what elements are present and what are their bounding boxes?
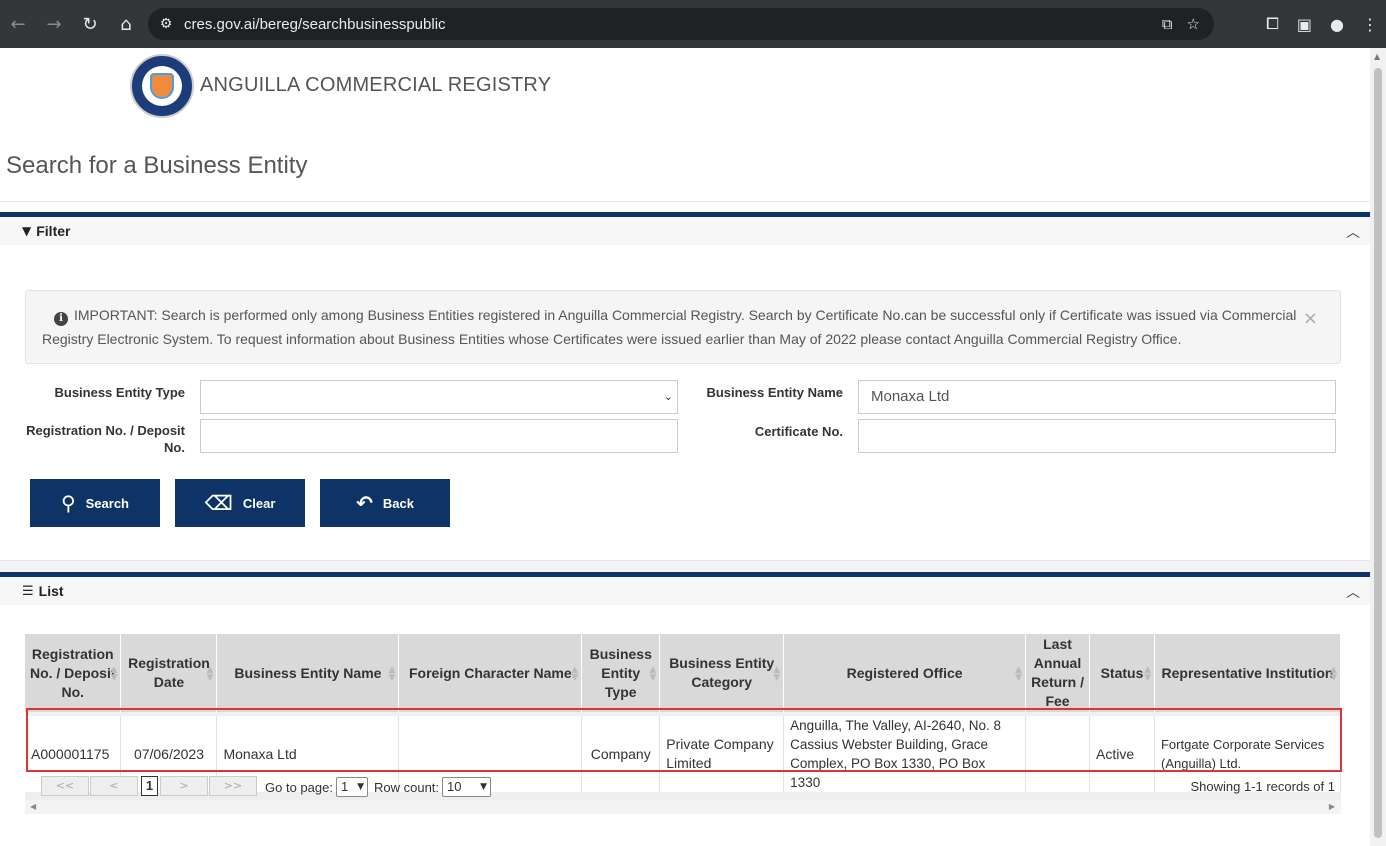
filter-panel-title: Filter (36, 223, 71, 239)
chevron-down-icon: ▼ (480, 782, 487, 792)
col-header-registered-office[interactable]: Registered Office ▲ ▼ (783, 634, 1027, 714)
back-button-label: Back (382, 495, 414, 511)
clear-button-label: Clear (242, 495, 276, 511)
eraser-icon: ⌫ (204, 491, 233, 515)
current-page[interactable]: 1 (141, 776, 158, 796)
col-header-entity-type[interactable]: Business Entity Type ▲ ▼ (581, 634, 661, 714)
row-count-select[interactable]: 10 ▼ (442, 777, 491, 797)
reg-no-input[interactable] (200, 419, 678, 453)
entity-type-label: Business Entity Type (54, 385, 185, 400)
scroll-left-icon[interactable]: ◀ (30, 802, 36, 811)
collapse-chevron-icon[interactable]: ︿ (1346, 582, 1360, 602)
col-header-entity-name[interactable]: Business Entity Name ▲ ▼ (216, 634, 400, 714)
goto-page-select[interactable]: 1 ▼ (336, 777, 368, 797)
cert-no-input[interactable] (858, 419, 1336, 453)
col-header-last-return[interactable]: Last Annual Return / Fee (1025, 634, 1090, 714)
reg-no-label: Registration No. / Deposit No. (26, 423, 185, 455)
important-alert: i IMPORTANT: Search is performed only amo… (25, 290, 1341, 364)
pagination-bar: << < 1 > >> Go to page: 1 ▼ Row count: 1… (25, 774, 1341, 800)
reload-icon[interactable]: ↻ (74, 8, 106, 40)
entity-name-input[interactable]: Monaxa Ltd (858, 380, 1336, 414)
alert-text: IMPORTANT: Search is performed only amon… (42, 307, 1297, 347)
highlight-box (26, 708, 1342, 772)
search-button[interactable]: ⚲ Search (30, 479, 160, 527)
filter-panel-header[interactable]: ▼ Filter ︿ (0, 217, 1370, 245)
col-header-foreign-name[interactable]: Foreign Character Name ▲ ▼ (398, 634, 583, 714)
entity-type-select[interactable]: ⌄ (200, 380, 678, 414)
info-icon: i (54, 312, 68, 326)
col-header-status[interactable]: Status ▲ ▼ (1089, 634, 1155, 714)
extensions-icon[interactable]: ⧠ (1266, 14, 1279, 34)
page-scrollbar[interactable]: ▲ (1370, 48, 1386, 846)
title-area: Search for a Business Entity (0, 124, 1370, 202)
bookmark-star-icon[interactable]: ☆ (1187, 15, 1200, 33)
profile-icon[interactable]: ● (1330, 15, 1344, 34)
side-panel-icon[interactable]: ▣ (1297, 15, 1312, 34)
col-header-entity-category[interactable]: Business Entity Category ▲ ▼ (659, 634, 785, 714)
site-header: ANGUILLA COMMERCIAL REGISTRY (0, 48, 1370, 124)
address-bar[interactable]: ⚙ cres.gov.ai/bereg/searchbusinesspublic… (148, 8, 1214, 40)
col-header-reg-no[interactable]: Registration No. / Deposit No. ▲ ▼ (25, 634, 122, 714)
cert-no-label: Certificate No. (754, 424, 843, 439)
chevron-down-icon: ▼ (357, 782, 364, 792)
browser-toolbar: ← → ↻ ⌂ ⚙ cres.gov.ai/bereg/searchbusine… (0, 0, 1386, 48)
back-button[interactable]: ↶ Back (320, 479, 450, 527)
col-header-reg-date[interactable]: Registration Date ▲ ▼ (120, 634, 218, 714)
translate-icon[interactable]: ⧉ (1162, 15, 1173, 33)
clear-button[interactable]: ⌫ Clear (175, 479, 305, 527)
list-panel-title: List (38, 583, 64, 599)
reply-arrow-icon: ↶ (356, 491, 373, 515)
horizontal-scrollbar[interactable]: ◀ ▶ (25, 800, 1341, 814)
search-button-label: Search (85, 495, 130, 511)
list-panel-header[interactable]: ☰ List ︿ (0, 577, 1370, 605)
chevron-down-icon: ⌄ (663, 390, 673, 403)
table-header-row: Registration No. / Deposit No. ▲ ▼ Registr… (25, 634, 1342, 714)
site-info-icon[interactable]: ⚙ (148, 16, 184, 32)
prev-page-button[interactable]: < (90, 776, 138, 796)
scroll-right-icon[interactable]: ▶ (1329, 802, 1335, 811)
filter-icon: ▼ (22, 224, 32, 238)
scroll-up-icon[interactable]: ▲ (1374, 52, 1380, 61)
menu-icon[interactable]: ⋮ (1362, 15, 1378, 34)
url-text[interactable]: cres.gov.ai/bereg/searchbusinesspublic (184, 16, 446, 33)
row-count-label: Row count: (374, 780, 440, 795)
registry-seal-logo (130, 54, 194, 118)
list-icon: ☰ (22, 583, 34, 599)
page-content: ANGUILLA COMMERCIAL REGISTRY Search for … (0, 48, 1370, 846)
col-header-rep-institution[interactable]: Representative Institution ▲ ▼ (1154, 634, 1342, 714)
search-icon: ⚲ (60, 491, 76, 515)
home-icon[interactable]: ⌂ (110, 8, 142, 40)
goto-page-value: 1 (341, 779, 349, 794)
next-page-button[interactable]: > (160, 776, 208, 796)
site-brand: ANGUILLA COMMERCIAL REGISTRY (200, 74, 552, 96)
records-summary: Showing 1-1 records of 1 (1190, 779, 1335, 794)
entity-name-label: Business Entity Name (706, 385, 843, 400)
first-page-button[interactable]: << (41, 776, 89, 796)
forward-arrow-icon[interactable]: → (38, 8, 70, 40)
scrollbar-thumb[interactable] (1374, 68, 1382, 838)
page-title: Search for a Business Entity (6, 152, 308, 179)
row-count-value: 10 (447, 779, 462, 794)
close-alert-icon[interactable]: × (1303, 307, 1318, 331)
goto-page-label: Go to page: (265, 780, 333, 795)
collapse-chevron-icon[interactable]: ︿ (1346, 222, 1360, 242)
last-page-button[interactable]: >> (209, 776, 257, 796)
back-arrow-icon[interactable]: ← (2, 8, 34, 40)
